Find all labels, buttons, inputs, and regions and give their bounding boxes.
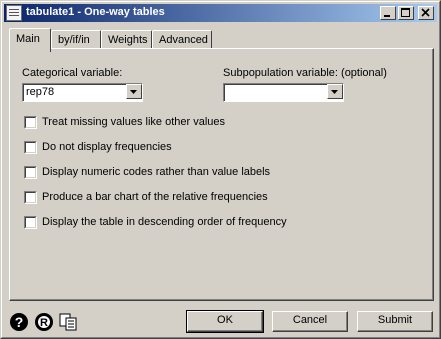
- help-icon: ?: [10, 313, 28, 331]
- combo-frame: [224, 84, 343, 101]
- categorical-dropdown-button[interactable]: [126, 84, 142, 99]
- maximize-button[interactable]: [398, 6, 414, 20]
- reset-icon: R: [35, 313, 53, 331]
- option-label: Display the table in descending order of…: [42, 216, 287, 228]
- copy-command-button[interactable]: [59, 312, 79, 332]
- checkbox[interactable]: [24, 166, 37, 179]
- chevron-down-icon: [331, 90, 338, 94]
- option-label: Produce a bar chart of the relative freq…: [42, 191, 268, 203]
- maximize-icon: [401, 8, 410, 17]
- tab-label: Weights: [108, 34, 148, 46]
- chevron-down-icon: [130, 90, 137, 94]
- ok-button[interactable]: OK: [186, 310, 264, 333]
- close-icon: [421, 8, 430, 17]
- tab-label: by/if/in: [58, 34, 90, 46]
- copy-icon: [59, 313, 77, 331]
- svg-text:R: R: [40, 317, 48, 329]
- title-bar[interactable]: tabulate1 - One-way tables: [4, 4, 437, 22]
- main-panel: Categorical variable: rep78 Subpopulatio…: [9, 48, 434, 301]
- app-icon: [6, 5, 22, 21]
- tab-label: Advanced: [159, 34, 208, 46]
- submit-button[interactable]: Submit: [357, 311, 433, 332]
- categorical-variable-value: rep78: [26, 86, 55, 98]
- option-label: Display numeric codes rather than value …: [42, 166, 271, 178]
- subpopulation-variable-label: Subpopulation variable: (optional): [223, 67, 387, 79]
- categorical-variable-combo[interactable]: rep78: [22, 83, 143, 102]
- dialog-window: tabulate1 - One-way tables Main by/if/in…: [0, 0, 441, 339]
- checkbox[interactable]: [24, 141, 37, 154]
- tab-label: Main: [16, 33, 40, 45]
- minimize-icon: [384, 15, 390, 17]
- window-title: tabulate1 - One-way tables: [26, 6, 165, 18]
- checkbox[interactable]: [24, 116, 37, 129]
- subpopulation-variable-combo[interactable]: [223, 83, 344, 102]
- tab-main[interactable]: Main: [9, 28, 51, 52]
- help-button[interactable]: ?: [9, 312, 29, 332]
- option-label: Do not display frequencies: [42, 141, 172, 153]
- checkbox[interactable]: [24, 191, 37, 204]
- tab-weights[interactable]: Weights: [101, 30, 152, 50]
- option-label: Treat missing values like other values: [42, 116, 226, 128]
- close-button[interactable]: [418, 6, 434, 20]
- minimize-button[interactable]: [380, 6, 396, 20]
- cancel-button[interactable]: Cancel: [272, 311, 348, 332]
- reset-button[interactable]: R: [34, 312, 54, 332]
- svg-text:?: ?: [15, 314, 24, 330]
- tab-by-if-in[interactable]: by/if/in: [51, 30, 101, 50]
- button-frame: [273, 312, 347, 331]
- subpopulation-dropdown-button[interactable]: [327, 84, 343, 99]
- button-frame: [358, 312, 432, 331]
- categorical-variable-label: Categorical variable:: [22, 67, 123, 79]
- checkbox[interactable]: [24, 216, 37, 229]
- button-frame: [188, 312, 262, 331]
- tab-advanced[interactable]: Advanced: [152, 30, 212, 50]
